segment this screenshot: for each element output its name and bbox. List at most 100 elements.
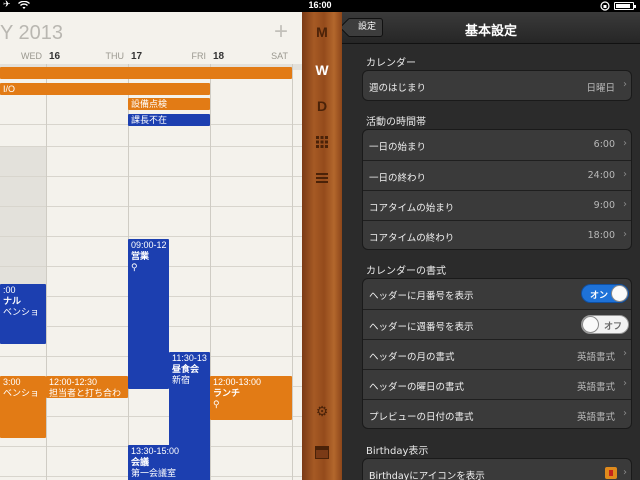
row-birthday-icon[interactable]: Birthdayにアイコンを表示 › [363, 459, 631, 480]
toggle-knob [611, 285, 628, 302]
event-banner[interactable]: 設備点検 [128, 98, 210, 110]
shaded-area [0, 146, 46, 286]
row-label: Birthdayにアイコンを表示 [369, 471, 485, 480]
row-month-format[interactable]: ヘッダーの月の書式 英語書式 › [363, 339, 631, 369]
event-time: :00 [3, 285, 16, 295]
chevron-right-icon: › [623, 467, 627, 478]
event-location: 新宿 [172, 375, 191, 385]
event-location: ベンショ [3, 388, 40, 398]
day-number: 16 [49, 51, 61, 62]
row-week-start[interactable]: 週のはじまり 日曜日 › [363, 71, 631, 100]
tab-day[interactable]: D [302, 98, 342, 114]
day-number: 18 [213, 51, 225, 62]
group-format: ヘッダーに月番号を表示 オン ヘッダーに週番号を表示 オフ ヘッダーの月の書式 … [362, 278, 632, 429]
day-number: 17 [131, 51, 143, 62]
tab-week[interactable]: W [302, 62, 342, 78]
event-time: 12:00-12:30 [49, 377, 98, 387]
row-core-start[interactable]: コアタイムの始まり 9:00 › [363, 190, 631, 220]
row-core-end[interactable]: コアタイムの終わり 18:00 › [363, 220, 631, 249]
day-name: WED [21, 51, 42, 61]
day-header[interactable]: 18 SAT [210, 50, 292, 64]
tab-month[interactable]: M [302, 24, 342, 40]
month-title: Y 2013 [0, 22, 64, 44]
event-time: 12:00-13:00 [213, 377, 262, 387]
row-label: 一日の始まり [369, 142, 427, 153]
row-value: 9:00 [593, 200, 615, 211]
row-week-number: ヘッダーに週番号を表示 オフ [363, 309, 631, 339]
view-switcher-sidebar: M W D ⚙ [302, 12, 342, 480]
calendar-event[interactable]: 3:00 ベンショ [0, 376, 46, 438]
chevron-right-icon: › [623, 79, 627, 90]
event-title: 担当者と打ち合わ [49, 388, 122, 398]
chevron-right-icon: › [623, 229, 627, 240]
row-day-start[interactable]: 一日の始まり 6:00 › [363, 130, 631, 160]
event-banner[interactable] [0, 67, 292, 79]
chevron-right-icon: › [623, 138, 627, 149]
settings-navbar: 設定 基本設定 [342, 12, 640, 44]
chevron-right-icon: › [623, 169, 627, 180]
event-time: 3:00 [3, 377, 21, 387]
group-birthday: Birthdayにアイコンを表示 › [362, 458, 632, 480]
row-value: 6:00 [593, 139, 615, 150]
event-time: 11:30-13 [172, 353, 207, 363]
day-header[interactable]: 17 FRI [128, 50, 210, 64]
add-event-button[interactable]: + [274, 18, 288, 46]
row-preview-date-format[interactable]: プレビューの日付の書式 英語書式 › [363, 399, 631, 428]
row-weekday-format[interactable]: ヘッダーの曜日の書式 英語書式 › [363, 369, 631, 399]
event-banner[interactable]: I/O [0, 83, 210, 95]
calendar-event[interactable]: 12:00-12:30 担当者と打ち合わ [46, 376, 128, 398]
calendar-event[interactable]: 12:00-13:00 ランチ ⚲ [210, 376, 292, 420]
calendar-week-view[interactable]: Y 2013 + WED 16 THU 17 FRI 18 SAT I/O 設備… [0, 12, 302, 480]
row-value: 英語書式 [576, 412, 615, 423]
column-line [46, 64, 47, 480]
event-title: 設備点検 [131, 99, 168, 109]
list-icon[interactable] [302, 172, 342, 188]
chevron-right-icon: › [623, 199, 627, 210]
row-value: 24:00 [587, 170, 615, 181]
row-label: 一日の終わり [369, 173, 427, 184]
event-title: 昼食会 [172, 364, 200, 374]
calendar-grid[interactable]: I/O 設備点検 課長不在 :00 ナル ベンショ 09:00-12 営業 ⚲ … [0, 64, 302, 480]
day-headers: WED 16 THU 17 FRI 18 SAT [0, 50, 302, 64]
calendar-event[interactable]: 09:00-12 営業 ⚲ [128, 239, 169, 389]
day-name: THU [105, 51, 125, 61]
toggle-label: オフ [603, 322, 622, 332]
rotation-lock-icon [600, 1, 610, 11]
row-label: コアタイムの終わり [369, 233, 455, 244]
gear-icon[interactable]: ⚙ [302, 404, 342, 420]
grid-icon[interactable] [302, 136, 342, 152]
toggle-label: オン [590, 291, 609, 301]
column-line [292, 64, 293, 480]
toggle-knob [582, 316, 599, 333]
section-header-format: カレンダーの書式 [366, 266, 446, 277]
battery-icon [614, 2, 636, 10]
row-label: ヘッダーの月の書式 [369, 352, 455, 363]
status-bar: ✈ 16:00 [0, 0, 640, 12]
clock: 16:00 [308, 0, 332, 10]
row-label: プレビューの日付の書式 [369, 412, 474, 423]
calendar-icon[interactable] [302, 446, 342, 463]
section-header-birthday: Birthday表示 [366, 446, 429, 457]
day-header[interactable]: 16 THU [46, 50, 128, 64]
calendar-event[interactable]: 13:30-15:00 会議 第一会議室 [128, 445, 210, 480]
row-value: 日曜日 [586, 83, 615, 94]
group-calendar: 週のはじまり 日曜日 › [362, 70, 632, 101]
row-label: ヘッダーに週番号を表示 [369, 322, 474, 333]
row-day-end[interactable]: 一日の終わり 24:00 › [363, 160, 631, 190]
chevron-right-icon: › [623, 378, 627, 389]
calendar-event[interactable]: :00 ナル ベンショ [0, 284, 46, 344]
row-value: 英語書式 [576, 382, 615, 393]
event-title: I/O [3, 84, 16, 94]
event-title: ナル [3, 296, 22, 306]
row-month-number: ヘッダーに月番号を表示 オン [363, 279, 631, 309]
day-header[interactable]: WED [0, 50, 46, 64]
settings-panel: 設定 基本設定 カレンダー 週のはじまり 日曜日 › 活動の時間帯 一日の始まり… [342, 12, 640, 480]
row-value: 18:00 [587, 230, 615, 241]
birthday-cake-icon [605, 467, 617, 479]
chevron-right-icon: › [623, 348, 627, 359]
event-location: 第一会議室 [131, 468, 177, 478]
month-number-toggle[interactable]: オン [581, 284, 629, 303]
week-number-toggle[interactable]: オフ [581, 315, 629, 334]
day-name: FRI [191, 51, 207, 61]
event-banner[interactable]: 課長不在 [128, 114, 210, 126]
